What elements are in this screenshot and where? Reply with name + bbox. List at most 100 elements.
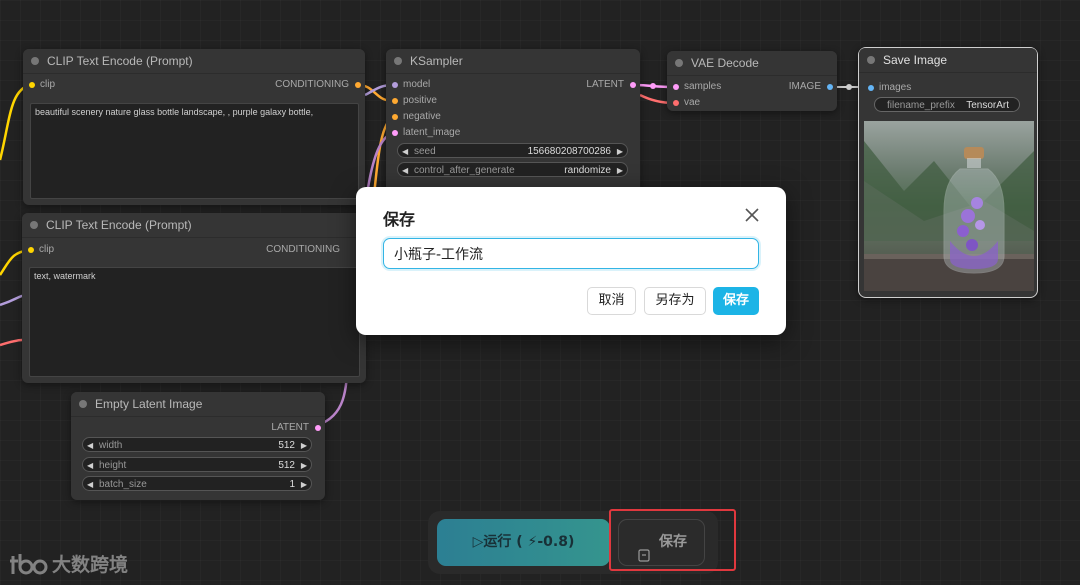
filename-prefix-widget[interactable]: filename_prefix TensorArt — [874, 97, 1020, 112]
conditioning-pin-icon[interactable] — [392, 98, 398, 104]
latent-pin-icon[interactable] — [673, 84, 679, 90]
node-title[interactable]: CLIP Text Encode (Prompt) — [23, 49, 365, 74]
slot-label: latent_image — [403, 127, 461, 138]
widget-value: randomize — [564, 165, 611, 176]
input-slot-images[interactable]: images — [865, 81, 911, 95]
node-title-text: CLIP Text Encode (Prompt) — [46, 218, 192, 232]
output-slot-image[interactable]: IMAGE — [789, 80, 833, 94]
slot-label: samples — [684, 81, 722, 92]
output-slot-latent[interactable]: LATENT — [271, 421, 321, 435]
cancel-button[interactable]: 取消 — [587, 287, 636, 315]
decrement-arrow-icon[interactable]: ◀ — [402, 163, 408, 178]
input-slot-latent-image[interactable]: latent_image — [389, 126, 460, 140]
increment-arrow-icon[interactable]: ▶ — [301, 438, 307, 453]
collapse-dot-icon[interactable] — [867, 56, 875, 64]
link-model — [0, 294, 23, 307]
close-icon[interactable] — [744, 207, 760, 223]
clip-pin-icon[interactable] — [29, 82, 35, 88]
slot-label: images — [879, 82, 912, 93]
widget-value: TensorArt — [966, 100, 1009, 111]
decrement-arrow-icon[interactable]: ◀ — [87, 477, 93, 492]
input-slot-vae[interactable]: vae — [670, 96, 700, 110]
latent-pin-icon[interactable] — [392, 130, 398, 136]
latent-pin-icon[interactable] — [630, 82, 636, 88]
batch-size-widget[interactable]: ◀ batch_size 1 ▶ — [82, 476, 312, 491]
node-title[interactable]: Save Image — [859, 48, 1037, 73]
link-vae — [0, 338, 23, 347]
slot-label: CONDITIONING — [275, 79, 349, 90]
output-slot-conditioning[interactable]: CONDITIONING — [275, 78, 361, 92]
output-slot-conditioning[interactable]: CONDITIONING — [266, 243, 352, 257]
collapse-dot-icon[interactable] — [31, 57, 39, 65]
model-pin-icon[interactable] — [392, 82, 398, 88]
decrement-arrow-icon[interactable]: ◀ — [87, 458, 93, 473]
prompt-textarea[interactable]: text, watermark — [29, 267, 360, 377]
vae-pin-icon[interactable] — [673, 100, 679, 106]
node-title-text: KSampler — [410, 54, 463, 68]
collapse-dot-icon[interactable] — [79, 400, 87, 408]
link-latent-reroute — [650, 83, 656, 89]
node-title[interactable]: KSampler — [386, 49, 640, 74]
increment-arrow-icon[interactable]: ▶ — [617, 163, 623, 178]
save-dialog: 保存 取消 另存为 保存 — [356, 187, 786, 335]
slot-label: vae — [684, 97, 701, 108]
input-slot-positive[interactable]: positive — [389, 94, 437, 108]
image-pin-icon[interactable] — [868, 85, 874, 91]
empty-latent-image-node[interactable]: Empty Latent Image LATENT ◀ width 512 ▶ … — [71, 392, 325, 500]
widget-value: 1 — [289, 479, 295, 490]
clip-text-encode-positive-node[interactable]: CLIP Text Encode (Prompt) clip CONDITION… — [23, 49, 365, 205]
watermark-logo-icon — [10, 552, 48, 583]
image-pin-icon[interactable] — [827, 84, 833, 90]
prompt-textarea[interactable]: beautiful scenery nature glass bottle la… — [30, 103, 359, 199]
save-as-button[interactable]: 另存为 — [644, 287, 706, 315]
increment-arrow-icon[interactable]: ▶ — [301, 477, 307, 492]
link-image-reroute — [846, 84, 852, 90]
latent-pin-icon[interactable] — [315, 425, 321, 431]
decrement-arrow-icon[interactable]: ◀ — [402, 144, 408, 159]
node-title-text: Empty Latent Image — [95, 397, 203, 411]
annotation-highlight-box — [609, 509, 736, 571]
node-title[interactable]: CLIP Text Encode (Prompt) — [22, 213, 366, 238]
vae-decode-node[interactable]: VAE Decode samples vae IMAGE — [667, 51, 837, 111]
collapse-dot-icon[interactable] — [675, 59, 683, 67]
ksampler-node[interactable]: KSampler model positive negative latent_… — [386, 49, 640, 199]
widget-label: control_after_generate — [414, 165, 515, 176]
control-after-generate-widget[interactable]: ◀ control_after_generate randomize ▶ — [397, 162, 628, 177]
save-button[interactable]: 保存 — [713, 287, 759, 315]
height-widget[interactable]: ◀ height 512 ▶ — [82, 457, 312, 472]
conditioning-pin-icon[interactable] — [355, 82, 361, 88]
node-title[interactable]: Empty Latent Image — [71, 392, 325, 417]
collapse-dot-icon[interactable] — [30, 221, 38, 229]
save-image-node[interactable]: Save Image images filename_prefix Tensor… — [858, 47, 1038, 298]
slot-label: IMAGE — [788, 81, 821, 92]
node-title-text: Save Image — [883, 53, 948, 67]
width-widget[interactable]: ◀ width 512 ▶ — [82, 437, 312, 452]
clip-pin-icon[interactable] — [28, 247, 34, 253]
run-button[interactable]: ▷运行 ( ⚡-0.8) — [437, 519, 610, 566]
widget-label: filename_prefix — [887, 100, 955, 111]
clip-text-encode-negative-node[interactable]: CLIP Text Encode (Prompt) clip CONDITION… — [22, 213, 366, 383]
node-title[interactable]: VAE Decode — [667, 51, 837, 76]
widget-label: seed — [414, 146, 436, 157]
input-slot-model[interactable]: model — [389, 78, 430, 92]
seed-widget[interactable]: ◀ seed 156680208700286 ▶ — [397, 143, 628, 158]
increment-arrow-icon[interactable]: ▶ — [301, 458, 307, 473]
decrement-arrow-icon[interactable]: ◀ — [87, 438, 93, 453]
input-slot-clip[interactable]: clip — [26, 78, 55, 92]
slot-label: negative — [403, 111, 441, 122]
workflow-name-input[interactable] — [383, 238, 759, 269]
collapse-dot-icon[interactable] — [394, 57, 402, 65]
slot-label: LATENT — [271, 422, 309, 433]
widget-label: width — [99, 440, 123, 451]
input-slot-clip[interactable]: clip — [25, 243, 54, 257]
output-slot-latent[interactable]: LATENT — [586, 78, 636, 92]
input-slot-negative[interactable]: negative — [389, 110, 441, 124]
slot-label: clip — [39, 244, 55, 255]
slot-label: clip — [40, 79, 56, 90]
conditioning-pin-icon[interactable] — [392, 114, 398, 120]
generated-image-preview[interactable] — [864, 121, 1034, 291]
widget-value: 512 — [278, 440, 295, 451]
input-slot-samples[interactable]: samples — [670, 80, 721, 94]
node-title-text: VAE Decode — [691, 56, 759, 70]
increment-arrow-icon[interactable]: ▶ — [617, 144, 623, 159]
